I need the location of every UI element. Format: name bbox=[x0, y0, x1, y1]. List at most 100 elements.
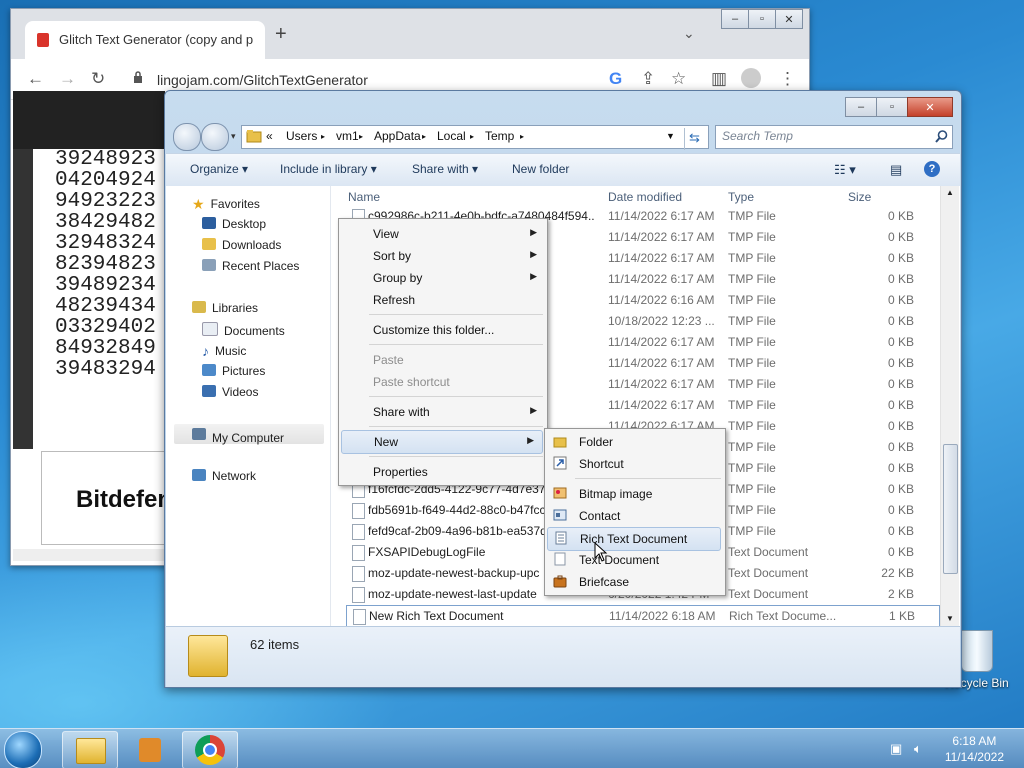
nav-network[interactable]: Network bbox=[192, 469, 256, 483]
submenu-item-text[interactable]: Text Document bbox=[547, 549, 723, 571]
horizontal-scrollbar[interactable] bbox=[13, 549, 165, 561]
close-button[interactable]: ✕ bbox=[775, 9, 803, 29]
breadcrumb-local[interactable]: Local bbox=[437, 129, 466, 143]
new-submenu: Folder Shortcut Bitmap image Contact Ric… bbox=[544, 428, 726, 596]
scrollbar-thumb[interactable] bbox=[943, 444, 958, 574]
nav-my-computer[interactable]: My Computer bbox=[174, 424, 324, 445]
nav-favorites[interactable]: ★ Favorites bbox=[192, 196, 260, 212]
taskbar-media-player[interactable] bbox=[122, 731, 178, 768]
start-button[interactable] bbox=[4, 731, 42, 768]
nav-downloads[interactable]: Downloads bbox=[202, 238, 281, 252]
nav-libraries[interactable]: Libraries bbox=[192, 301, 258, 315]
submenu-item-rich-text[interactable]: Rich Text Document bbox=[547, 527, 721, 551]
address-bar[interactable]: « Users ▸ vm1 ▸ AppData ▸ Local ▸ Temp ▸… bbox=[241, 125, 709, 150]
share-with-button[interactable]: Share with ▾ bbox=[412, 162, 478, 176]
minimize-button[interactable]: – bbox=[721, 9, 749, 29]
breadcrumb-separator-icon[interactable]: ▸ bbox=[321, 132, 325, 141]
forward-arrow-icon[interactable]: → bbox=[59, 69, 76, 89]
volume-icon[interactable]: 🔈︎ bbox=[914, 741, 922, 757]
reload-icon[interactable]: ↻ bbox=[91, 69, 105, 89]
breadcrumb-overflow[interactable]: « bbox=[266, 129, 273, 143]
nav-videos[interactable]: Videos bbox=[202, 385, 258, 399]
forward-button[interactable] bbox=[201, 123, 229, 151]
new-folder-button[interactable]: New folder bbox=[512, 162, 569, 176]
preview-pane-icon[interactable]: ▤ bbox=[890, 162, 902, 178]
menu-item-view[interactable]: View ▶ bbox=[341, 223, 545, 245]
include-in-library-button[interactable]: Include in library ▾ bbox=[280, 162, 377, 176]
network-tray-icon[interactable]: ▣ bbox=[890, 741, 902, 757]
menu-kebab-icon[interactable]: ⋮ bbox=[779, 69, 796, 89]
nav-documents[interactable]: Documents bbox=[202, 322, 285, 338]
taskbar-explorer[interactable] bbox=[62, 731, 118, 768]
menu-item-share-with[interactable]: Share with ▶ bbox=[341, 401, 545, 423]
share-icon[interactable]: ⇪ bbox=[641, 69, 655, 89]
breadcrumb-users[interactable]: Users bbox=[286, 129, 317, 143]
search-input[interactable]: Search Temp bbox=[715, 125, 953, 149]
scroll-down-icon[interactable]: ▼ bbox=[946, 614, 954, 623]
column-header-type[interactable]: Type bbox=[728, 190, 754, 204]
back-button[interactable] bbox=[173, 123, 201, 151]
file-size: 1 KB bbox=[888, 609, 915, 623]
nav-pictures[interactable]: Pictures bbox=[202, 364, 265, 378]
scroll-up-icon[interactable]: ▲ bbox=[946, 188, 954, 197]
lock-icon bbox=[134, 71, 142, 83]
nav-music[interactable]: ♪ Music bbox=[202, 343, 247, 359]
minimize-button[interactable]: – bbox=[845, 97, 877, 117]
close-button[interactable]: ✕ bbox=[907, 97, 953, 117]
table-row[interactable]: New Rich Text Document 11/14/2022 6:18 AM… bbox=[346, 605, 940, 628]
menu-item-new[interactable]: New ▶ bbox=[341, 430, 543, 454]
system-clock[interactable]: 6:18 AM 11/14/2022 bbox=[945, 733, 1004, 765]
submenu-item-bitmap[interactable]: Bitmap image bbox=[547, 483, 723, 505]
menu-item-refresh[interactable]: Refresh bbox=[341, 289, 545, 311]
submenu-arrow-icon: ▶ bbox=[527, 435, 534, 445]
taskbar-chrome[interactable] bbox=[182, 731, 238, 768]
nav-music-label: Music bbox=[215, 344, 247, 358]
view-options-icon[interactable]: ☷ ▾ bbox=[834, 162, 856, 178]
column-header-date[interactable]: Date modified bbox=[608, 190, 682, 204]
file-type: TMP File bbox=[728, 398, 776, 412]
menu-item-paste-shortcut[interactable]: Paste shortcut bbox=[341, 371, 545, 393]
menu-item-paste[interactable]: Paste bbox=[341, 349, 545, 371]
help-icon[interactable]: ? bbox=[924, 161, 940, 177]
recent-pages-chevron-icon[interactable]: ▾ bbox=[231, 131, 236, 142]
number-line: 94923223 bbox=[55, 190, 156, 213]
refresh-button[interactable]: ⇆ bbox=[684, 128, 707, 150]
breadcrumb-separator-icon[interactable]: ▸ bbox=[359, 132, 363, 141]
menu-item-customize[interactable]: Customize this folder... bbox=[341, 319, 545, 341]
google-translate-icon[interactable]: G bbox=[609, 69, 622, 89]
side-panel-icon[interactable]: ▥ bbox=[711, 69, 727, 89]
file-date: 11/14/2022 6:18 AM bbox=[609, 609, 716, 623]
file-type: Text Document bbox=[728, 566, 809, 580]
column-header-size[interactable]: Size bbox=[848, 190, 871, 204]
submenu-item-contact[interactable]: Contact bbox=[547, 505, 723, 527]
bookmark-star-icon[interactable]: ☆ bbox=[671, 69, 686, 89]
submenu-item-briefcase[interactable]: Briefcase bbox=[547, 571, 723, 593]
organize-button[interactable]: Organize ▾ bbox=[190, 162, 248, 176]
chrome-tab[interactable]: Glitch Text Generator (copy and p bbox=[25, 21, 265, 59]
file-icon bbox=[352, 524, 365, 540]
submenu-item-folder[interactable]: Folder bbox=[547, 431, 723, 453]
tab-search-icon[interactable]: ⌄ bbox=[683, 25, 695, 42]
submenu-item-shortcut[interactable]: Shortcut bbox=[547, 453, 723, 475]
maximize-button[interactable]: ▫ bbox=[876, 97, 908, 117]
menu-item-properties[interactable]: Properties bbox=[341, 461, 545, 483]
maximize-button[interactable]: ▫ bbox=[748, 9, 776, 29]
menu-item-group-by[interactable]: Group by ▶ bbox=[341, 267, 545, 289]
column-header-name[interactable]: Name bbox=[348, 190, 380, 204]
advertisement[interactable]: Bitdefen bbox=[41, 451, 173, 545]
breadcrumb-separator-icon[interactable]: ▸ bbox=[422, 132, 426, 141]
new-tab-button[interactable]: + bbox=[275, 23, 287, 46]
menu-item-sort-by[interactable]: Sort by ▶ bbox=[341, 245, 545, 267]
back-arrow-icon[interactable]: ← bbox=[27, 69, 44, 89]
breadcrumb-separator-icon[interactable]: ▸ bbox=[470, 132, 474, 141]
vertical-scrollbar[interactable]: ▲ ▼ bbox=[940, 186, 959, 626]
nav-recent-places[interactable]: Recent Places bbox=[202, 259, 299, 273]
breadcrumb-vm1[interactable]: vm1 bbox=[336, 129, 359, 143]
address-dropdown-icon[interactable]: ▼ bbox=[666, 131, 675, 141]
breadcrumb-temp[interactable]: Temp bbox=[485, 129, 514, 143]
file-size: 0 KB bbox=[887, 314, 914, 328]
breadcrumb-appdata[interactable]: AppData bbox=[374, 129, 421, 143]
profile-avatar-icon[interactable] bbox=[741, 68, 761, 88]
nav-desktop[interactable]: Desktop bbox=[202, 217, 266, 231]
breadcrumb-separator-icon[interactable]: ▸ bbox=[520, 132, 524, 141]
